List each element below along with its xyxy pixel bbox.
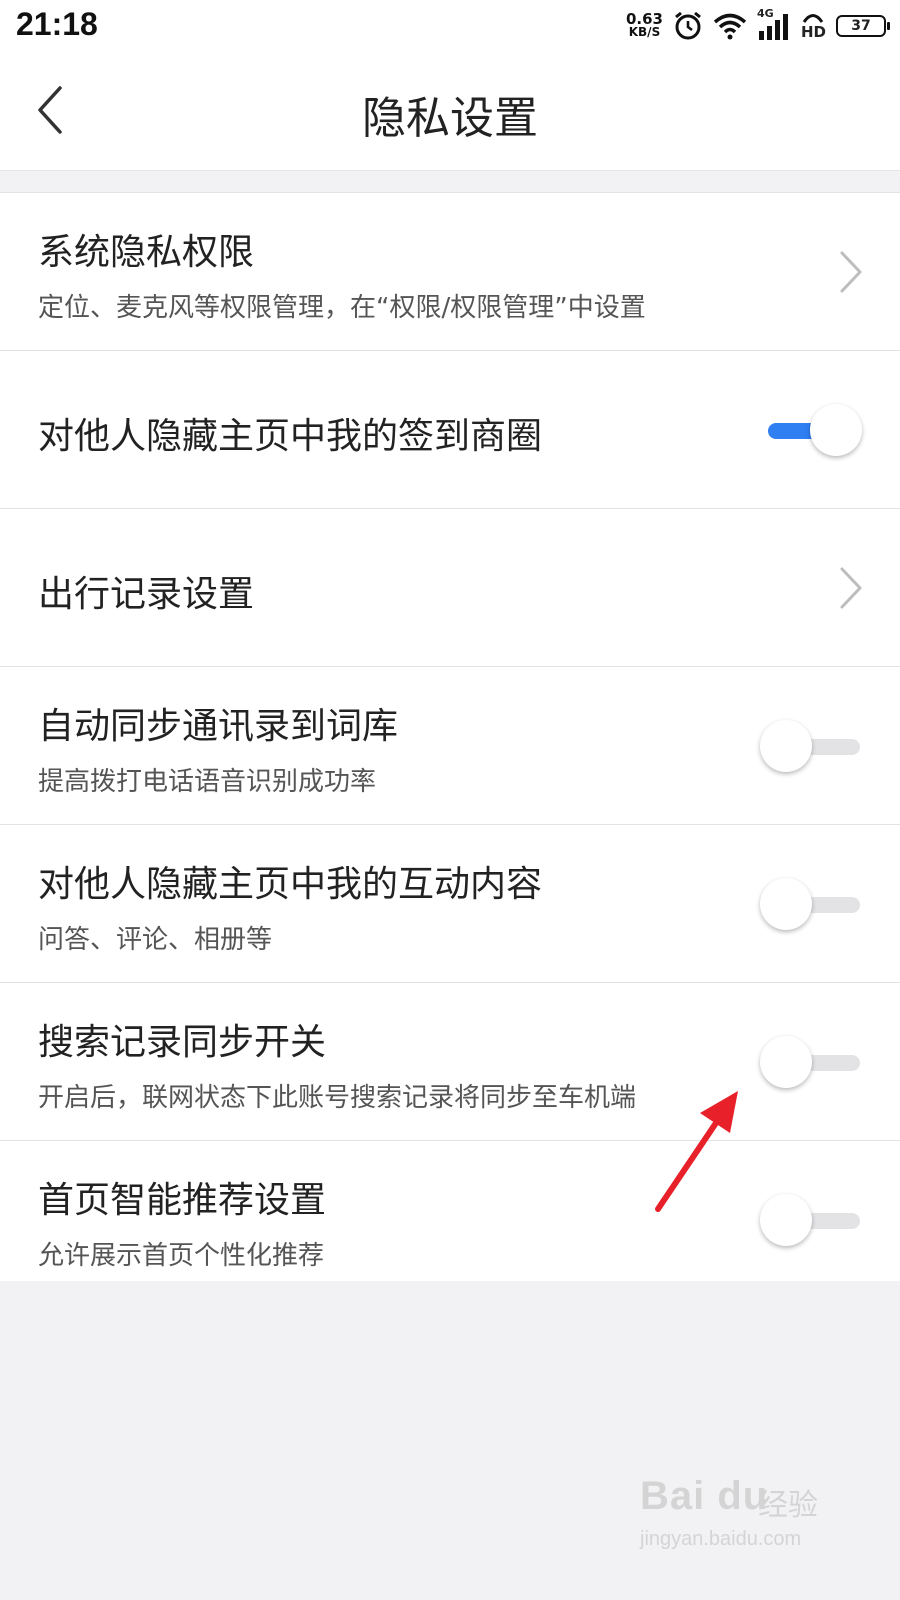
toggle-knob: [760, 1194, 812, 1246]
setting-title: 系统隐私权限: [38, 232, 255, 273]
watermark-brand: Bai du: [640, 1474, 769, 1518]
signal-icon: 4G: [757, 7, 791, 41]
alarm-icon: [675, 11, 701, 40]
page-title: 隐私设置: [362, 93, 538, 144]
chevron-right-icon: [840, 567, 862, 609]
toggle-knob: [810, 404, 862, 456]
setting-title: 自动同步通讯录到词库: [38, 706, 399, 747]
status-icons: 0.63 KB/S 4G HD 37: [626, 7, 890, 44]
hd-label: HD: [800, 23, 826, 41]
home-recommend-toggle[interactable]: [760, 1193, 864, 1249]
battery-icon: 37: [836, 15, 890, 37]
toggle-knob: [760, 1036, 812, 1088]
wifi-icon: [713, 13, 747, 40]
toggle-knob: [760, 878, 812, 930]
annotation-arrow-icon: [655, 1091, 738, 1212]
settings-list: 系统隐私权限 定位、麦克风等权限管理，在“权限/权限管理”中设置 对他人隐藏主页…: [0, 192, 900, 1281]
toggle-knob: [760, 720, 812, 772]
setting-title: 对他人隐藏主页中我的签到商圈: [38, 416, 543, 457]
hide-checkin-toggle[interactable]: [760, 403, 864, 459]
setting-subtitle: 问答、评论、相册等: [38, 925, 273, 955]
setting-row-home-recommend: 首页智能推荐设置 允许展示首页个性化推荐: [0, 1141, 900, 1281]
baidu-watermark: Bai du 经验 jingyan.baidu.com: [640, 1472, 840, 1572]
net-speed-unit: KB/S: [628, 25, 661, 39]
setting-title: 出行记录设置: [38, 574, 255, 615]
watermark-cn: 经验: [758, 1488, 818, 1523]
setting-subtitle: 提高拨打电话语音识别成功率: [38, 767, 377, 797]
sync-contacts-toggle[interactable]: [760, 719, 864, 775]
search-sync-toggle[interactable]: [760, 1035, 864, 1091]
setting-row-hide-interactions: 对他人隐藏主页中我的互动内容 问答、评论、相册等: [0, 825, 900, 983]
hd-voice-icon: HD: [801, 11, 826, 41]
setting-row-sync-contacts: 自动同步通讯录到词库 提高拨打电话语音识别成功率: [0, 667, 900, 825]
status-time: 21:18: [16, 6, 98, 42]
setting-title: 对他人隐藏主页中我的互动内容: [38, 864, 543, 905]
setting-title: 首页智能推荐设置: [38, 1180, 327, 1221]
chevron-right-icon: [840, 251, 862, 293]
hide-interactions-toggle[interactable]: [760, 877, 864, 933]
setting-row-system-privacy[interactable]: 系统隐私权限 定位、麦克风等权限管理，在“权限/权限管理”中设置: [0, 193, 900, 351]
net-speed: 0.63 KB/S: [626, 12, 663, 39]
setting-row-hide-checkin: 对他人隐藏主页中我的签到商圈: [0, 351, 900, 509]
battery-level: 37: [851, 18, 871, 34]
nav-bar: 隐私设置: [0, 52, 900, 171]
setting-row-travel-records[interactable]: 出行记录设置: [0, 509, 900, 667]
status-bar: 21:18 0.63 KB/S 4G HD 37: [0, 0, 900, 52]
setting-subtitle: 开启后，联网状态下此账号搜索记录将同步至车机端: [38, 1083, 637, 1113]
setting-subtitle: 定位、麦克风等权限管理，在“权限/权限管理”中设置: [38, 293, 646, 323]
setting-title: 搜索记录同步开关: [38, 1022, 327, 1063]
setting-row-search-sync: 搜索记录同步开关 开启后，联网状态下此账号搜索记录将同步至车机端: [0, 983, 900, 1141]
setting-subtitle: 允许展示首页个性化推荐: [38, 1241, 325, 1271]
watermark-url: jingyan.baidu.com: [640, 1528, 802, 1550]
